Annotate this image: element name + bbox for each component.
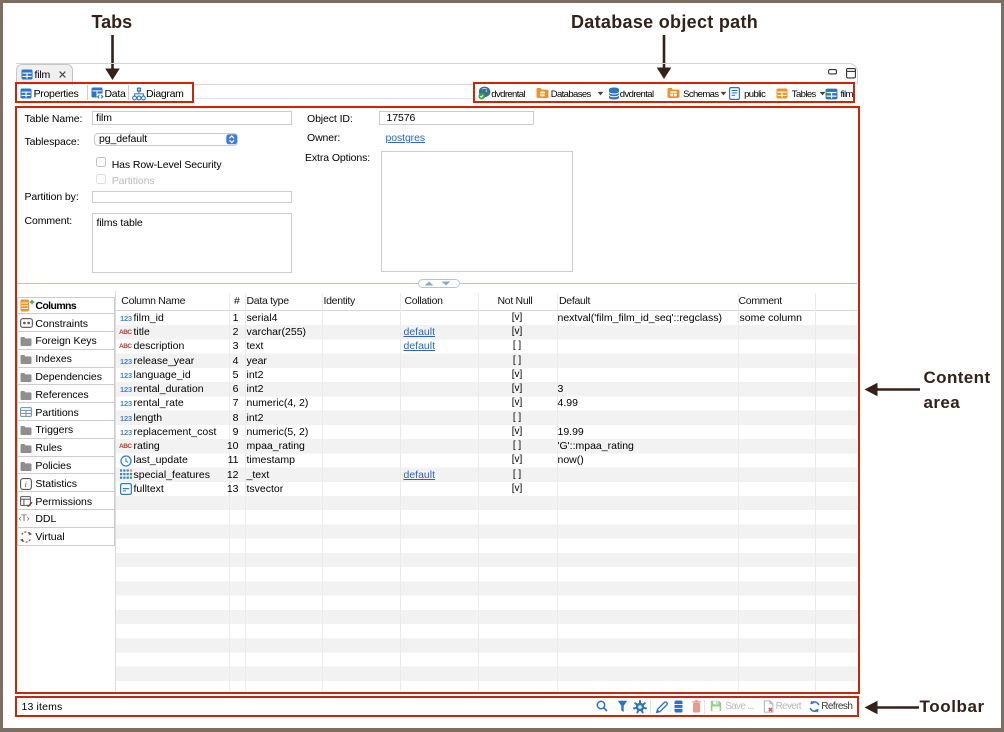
svg-text:i: i xyxy=(24,480,26,489)
